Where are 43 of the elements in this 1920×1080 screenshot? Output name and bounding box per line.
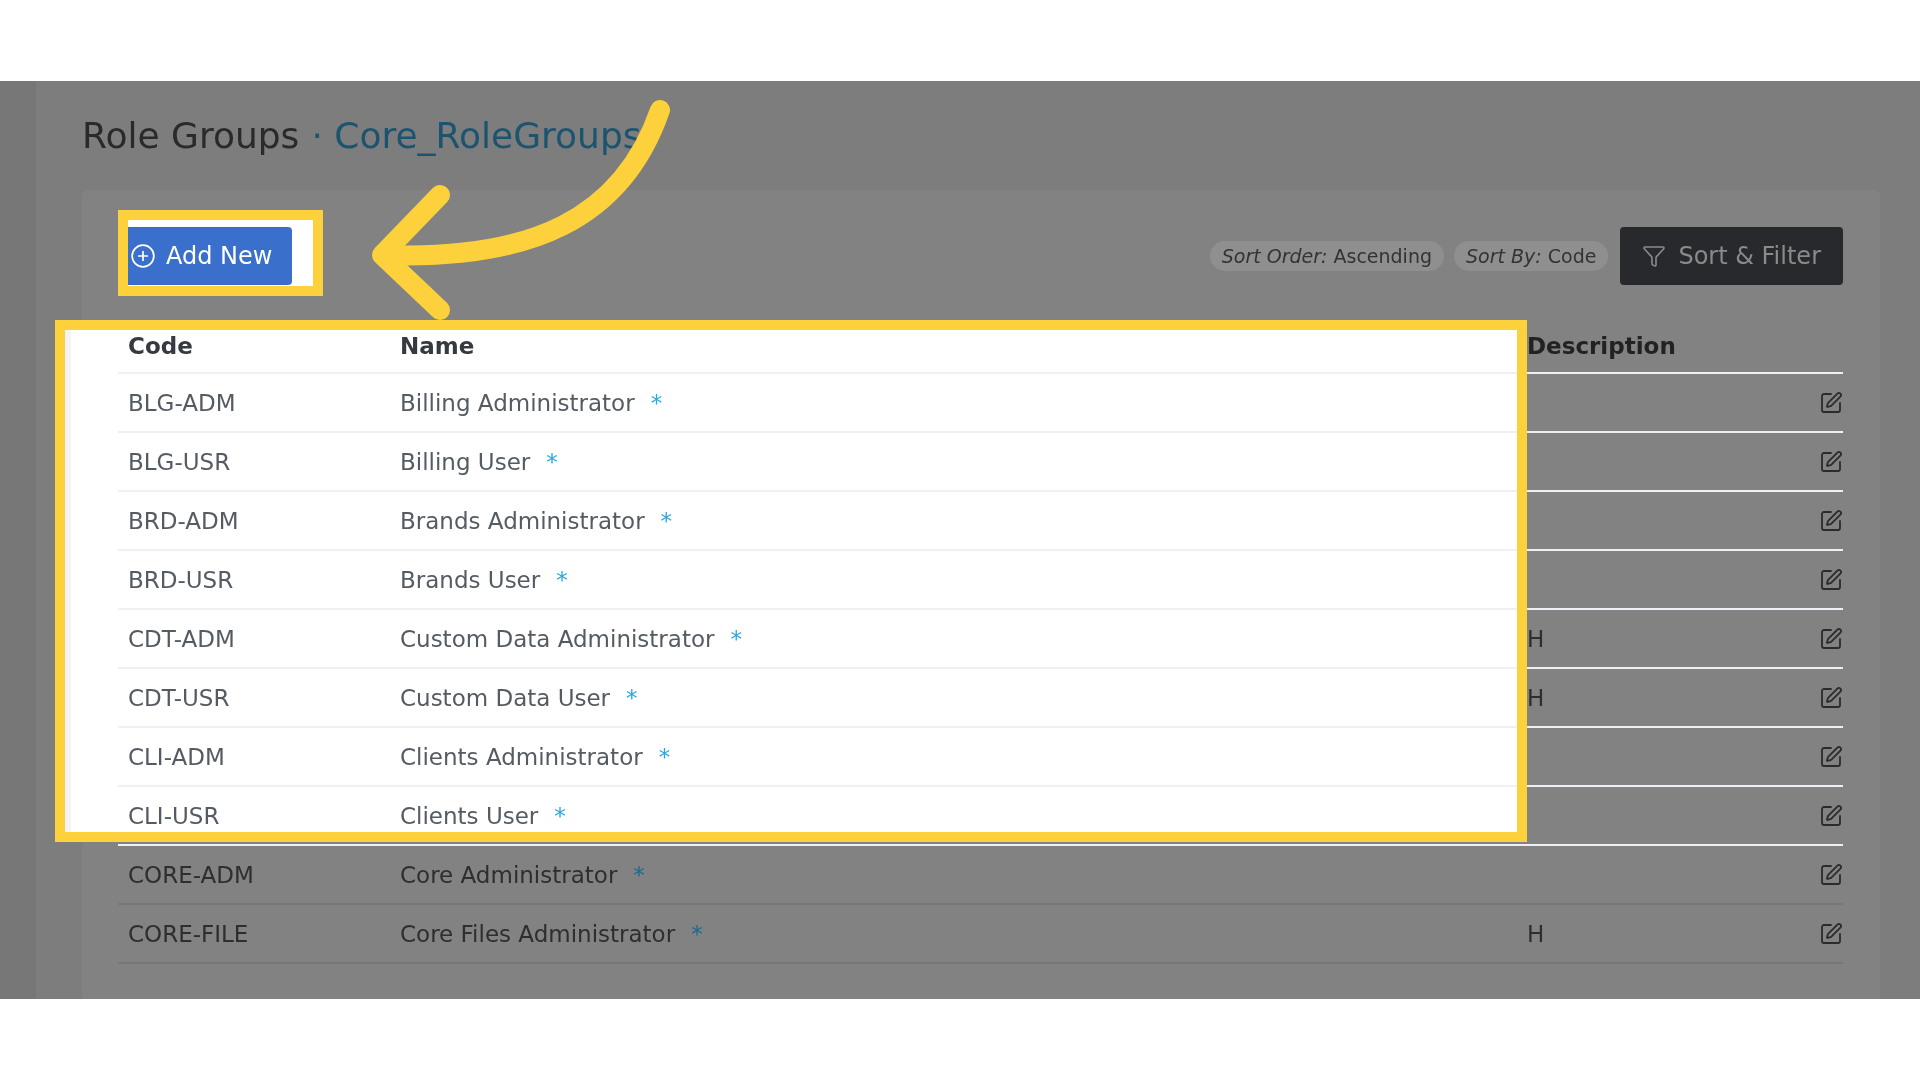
edit-icon[interactable]: [1819, 921, 1843, 946]
column-header[interactable]: Code: [118, 333, 193, 359]
name-cell-text: Billing Administrator *: [399, 389, 663, 416]
code-cell-text: CDT-USR: [127, 684, 230, 711]
code-cell-text: BLG-ADM: [127, 389, 236, 416]
edit-icon[interactable]: [1819, 685, 1843, 710]
page-subtitle: · Core_RoleGroups: [311, 115, 642, 156]
description-cell-text: H: [1526, 920, 1545, 947]
sort-chip[interactable]: Sort By: Code: [1454, 241, 1609, 271]
edit-icon[interactable]: [1819, 803, 1843, 828]
sort-chip[interactable]: Sort Order: Ascending: [1209, 241, 1444, 271]
code-cell-text: CORE-FILE: [127, 920, 249, 947]
code-cell-text: CORE-ADM: [127, 861, 254, 888]
name-cell-text: Billing User *: [399, 448, 558, 475]
column-header[interactable]: Name: [390, 333, 475, 359]
name-cell-text: Brands User *: [399, 566, 568, 593]
code-cell-text: CLI-USR: [127, 802, 220, 829]
page-title: Role Groups: [82, 115, 300, 156]
edit-icon[interactable]: [1819, 862, 1843, 887]
description-cell-text: H: [1526, 684, 1545, 711]
name-cell-text: Core Administrator *: [399, 861, 645, 888]
column-header[interactable]: Description: [1517, 333, 1676, 359]
edit-icon[interactable]: [1819, 567, 1843, 592]
filter-icon: [1642, 244, 1667, 268]
edit-icon[interactable]: [1819, 744, 1843, 769]
name-cell-text: Core Files Administrator *: [399, 920, 703, 947]
code-cell-text: BLG-USR: [127, 448, 231, 475]
code-cell-text: CDT-ADM: [127, 625, 235, 652]
name-cell-text: Clients Administrator *: [399, 743, 671, 770]
name-cell-text: Custom Data User *: [399, 684, 638, 711]
edit-icon[interactable]: [1819, 449, 1843, 474]
code-cell-text: BRD-ADM: [127, 507, 239, 534]
name-cell-text: Clients User *: [399, 802, 566, 829]
name-cell-text: Brands Administrator *: [399, 507, 673, 534]
code-cell-text: CLI-ADM: [127, 743, 225, 770]
edit-icon[interactable]: [1819, 508, 1843, 533]
name-cell-text: Custom Data Administrator *: [399, 625, 742, 652]
description-cell-text: H: [1526, 625, 1545, 652]
edit-icon[interactable]: [1819, 626, 1843, 651]
plus-icon: [130, 243, 156, 269]
code-cell-text: BRD-USR: [127, 566, 234, 593]
sort-filter-button[interactable]: Sort & Filter: [1620, 227, 1843, 285]
edit-icon[interactable]: [1819, 390, 1843, 415]
